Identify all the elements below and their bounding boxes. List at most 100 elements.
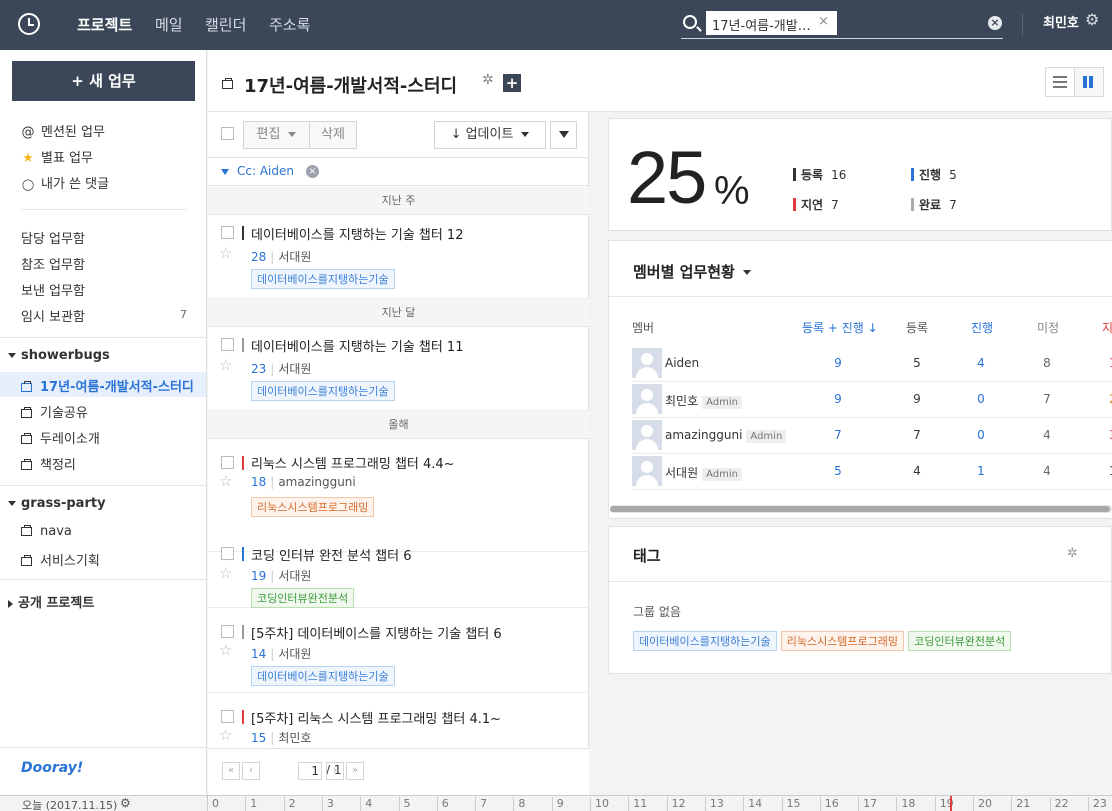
task-title[interactable]: [5주차] 데이터베이스를 지탱하는 기술 챕터 6 (251, 623, 502, 642)
filter-button[interactable] (550, 121, 577, 149)
group-grass-party[interactable]: grass-party (8, 496, 106, 511)
search-clear-icon[interactable]: × (988, 16, 1002, 30)
active-filter-bar: Cc: Aiden × (208, 158, 589, 186)
project-item[interactable]: 두레이소개 (21, 428, 100, 447)
col-total[interactable]: 등록 + 진행 ↓ (802, 319, 878, 336)
project-settings-icon[interactable]: ✲ (482, 72, 494, 88)
task-checkbox[interactable] (221, 338, 234, 351)
task-row[interactable]: ☆ [5주차] 리눅스 시스템 프로그래밍 챕터 4.1~ 15 | 최민호 (208, 693, 589, 748)
project-item[interactable]: 17년-여름-개발서적-스터디 (21, 376, 194, 395)
task-title[interactable]: 데이터베이스를 지탱하는 기술 챕터 12 (251, 224, 463, 243)
task-title[interactable]: 리눅스 시스템 프로그래밍 챕터 4.4~ (251, 453, 455, 472)
my-comments-link[interactable]: ◯ 내가 쓴 댓글 (21, 173, 109, 192)
task-row[interactable]: ☆ 데이터베이스를 지탱하는 기술 챕터 11 23 | 서대원 데이터베이스를지탱… (208, 327, 589, 411)
search-bar[interactable]: 17년-여름-개발… × × (681, 10, 1003, 39)
assigned-box-link[interactable]: 담당 업무함 (21, 228, 85, 247)
remove-filter-icon[interactable]: × (306, 165, 319, 178)
select-all-checkbox[interactable] (221, 127, 234, 140)
star-outline-icon[interactable]: ☆ (219, 728, 232, 743)
member-row[interactable]: amazingguniAdmin 7 7 0 4 3 (632, 418, 1112, 454)
task-row[interactable]: ☆ [5주차] 데이터베이스를 지탱하는 기술 챕터 6 14 | 서대원 데이터베… (208, 608, 589, 693)
drafts-box-link[interactable]: 임시 보관함 (21, 306, 85, 325)
task-checkbox[interactable] (221, 710, 234, 723)
prev-page-button[interactable]: ‹ (242, 762, 260, 780)
task-meta: 14 | 서대원 (251, 645, 311, 662)
clock-logo-icon[interactable] (18, 13, 40, 35)
task-checkbox[interactable] (221, 226, 234, 239)
public-projects-toggle[interactable]: 공개 프로젝트 (8, 592, 94, 611)
section-header: 올해 (208, 411, 589, 439)
search-chip[interactable]: 17년-여름-개발… × (706, 11, 837, 35)
timeline-settings-icon[interactable]: ⚙ (120, 796, 131, 810)
settings-gear-icon[interactable]: ⚙ (1085, 10, 1099, 29)
star-outline-icon[interactable]: ☆ (219, 246, 232, 261)
col-in-progress[interactable]: 진행 (971, 319, 993, 336)
active-filter[interactable]: Cc: Aiden (221, 164, 294, 178)
at-icon: @ (21, 125, 35, 140)
task-row[interactable]: ☆ 코딩 인터뷰 완전 분석 챕터 6 19 | 서대원 코딩인터뷰완전분석 (208, 547, 589, 608)
board-view-button[interactable] (1074, 67, 1104, 97)
hour-tick: 18 (896, 797, 934, 811)
task-title[interactable]: 데이터베이스를 지탱하는 기술 챕터 11 (251, 336, 463, 355)
star-outline-icon[interactable]: ☆ (219, 566, 232, 581)
member-registered: 5 (913, 356, 921, 370)
starred-tasks-link[interactable]: ★ 별표 업무 (21, 147, 93, 166)
project-item[interactable]: 책정리 (21, 454, 76, 473)
task-tag[interactable]: 리눅스시스템프로그래밍 (251, 497, 375, 517)
chip-close-icon[interactable]: × (818, 14, 829, 29)
cc-box-link[interactable]: 참조 업무함 (21, 254, 85, 273)
nav-address-book[interactable]: 주소록 (269, 14, 310, 35)
progress-card: 25 % 등록 16 진행 5 지연 7 완료 7 (608, 118, 1112, 231)
sort-dropdown[interactable]: ↓ 업데이트 (434, 121, 546, 149)
tag-chip[interactable]: 리눅스시스템프로그래밍 (780, 631, 905, 651)
member-total: 9 (834, 356, 842, 370)
member-row[interactable]: Aiden 9 5 4 8 1 (632, 346, 1112, 382)
nav-calendar[interactable]: 캘린더 (205, 14, 246, 35)
group-showerbugs[interactable]: showerbugs (8, 348, 110, 363)
task-title[interactable]: [5주차] 리눅스 시스템 프로그래밍 챕터 4.1~ (251, 708, 501, 727)
next-page-button[interactable]: › (326, 762, 344, 780)
star-outline-icon[interactable]: ☆ (219, 643, 232, 658)
col-delayed[interactable]: 지 (1102, 319, 1112, 336)
task-row[interactable]: ☆ 데이터베이스를 지탱하는 기술 챕터 12 28 | 서대원 데이터베이스를지탱… (208, 215, 589, 299)
project-item[interactable]: nava (21, 524, 72, 539)
delete-button[interactable]: 삭제 (309, 121, 357, 149)
tag-chip[interactable]: 코딩인터뷰완전분석 (908, 631, 1012, 651)
today-label: 오늘 (2017.11.15) (22, 799, 118, 811)
task-checkbox[interactable] (221, 547, 234, 560)
last-page-button[interactable]: » (346, 762, 364, 780)
task-tag[interactable]: 데이터베이스를지탱하는기술 (251, 666, 395, 686)
nav-projects[interactable]: 프로젝트 (77, 14, 132, 35)
mentioned-tasks-link[interactable]: @ 멘션된 업무 (21, 121, 105, 140)
section-header: 지난 주 (208, 187, 589, 215)
task-checkbox[interactable] (221, 625, 234, 638)
horizontal-scrollbar[interactable] (610, 505, 1112, 513)
task-tag[interactable]: 코딩인터뷰완전분석 (251, 588, 355, 608)
add-icon[interactable]: + (503, 74, 521, 92)
tags-settings-icon[interactable]: ✲ (1067, 546, 1078, 561)
nav-mail[interactable]: 메일 (155, 14, 183, 35)
col-undecided[interactable]: 미정 (1037, 319, 1059, 336)
project-item[interactable]: 기술공유 (21, 402, 88, 421)
task-title[interactable]: 코딩 인터뷰 완전 분석 챕터 6 (251, 545, 412, 564)
task-tag[interactable]: 데이터베이스를지탱하는기술 (251, 381, 395, 401)
member-row[interactable]: 서대원Admin 5 4 1 4 1 (632, 454, 1112, 490)
task-tag[interactable]: 데이터베이스를지탱하는기술 (251, 269, 395, 289)
task-checkbox[interactable] (221, 456, 234, 469)
new-task-button[interactable]: + 새 업무 (12, 61, 195, 101)
col-registered[interactable]: 등록 (906, 319, 928, 336)
edit-dropdown[interactable]: 편집 (243, 121, 310, 149)
scrollbar-thumb[interactable] (610, 506, 1110, 512)
star-outline-icon[interactable]: ☆ (219, 474, 232, 489)
page-input[interactable]: 1 (298, 762, 322, 780)
member-row[interactable]: 최민호Admin 9 9 0 7 2 (632, 382, 1112, 418)
project-item[interactable]: 서비스기획 (21, 550, 100, 569)
first-page-button[interactable]: « (222, 762, 240, 780)
tag-chip[interactable]: 데이터베이스를지탱하는기술 (633, 631, 777, 651)
list-view-button[interactable] (1045, 67, 1075, 97)
search-icon[interactable] (683, 15, 697, 29)
task-row[interactable]: ☆ 리눅스 시스템 프로그래밍 챕터 4.4~ 18 | amazingguni 리… (208, 439, 589, 552)
star-outline-icon[interactable]: ☆ (219, 358, 232, 373)
user-name[interactable]: 최민호 (1043, 12, 1079, 31)
sent-box-link[interactable]: 보낸 업무함 (21, 280, 85, 299)
